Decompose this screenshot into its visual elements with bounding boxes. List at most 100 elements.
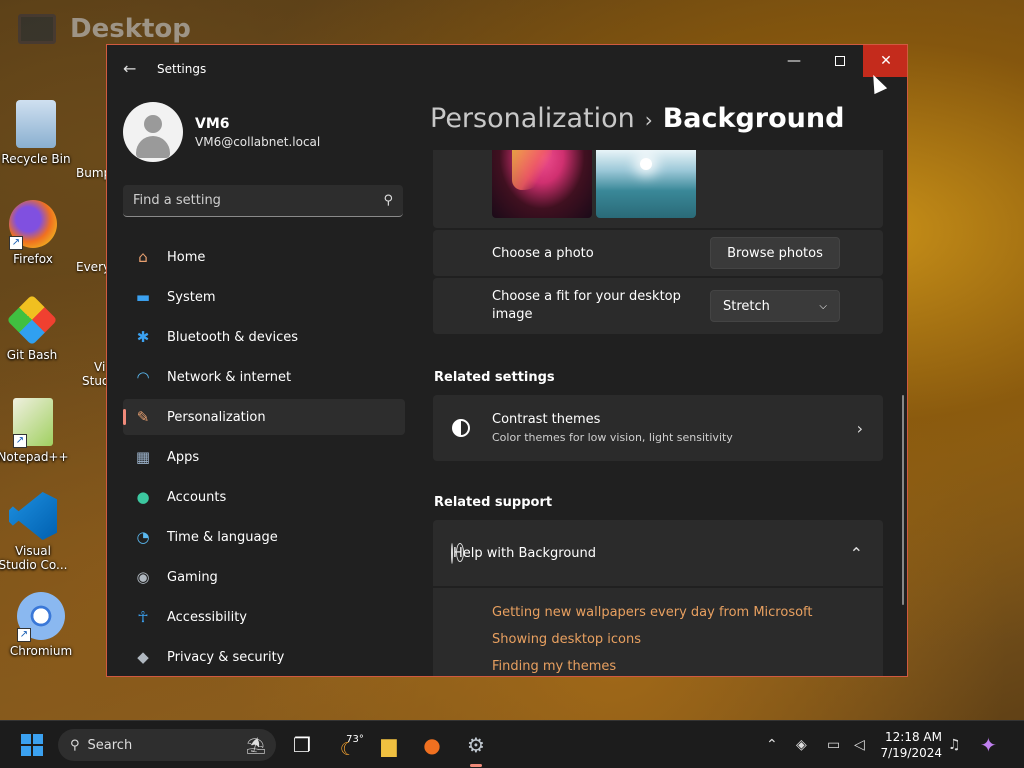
sidebar-item-privacy-security[interactable]: ◆ Privacy & security — [123, 639, 405, 675]
network-drive-icon: ◈ — [796, 737, 807, 753]
browse-photos-button[interactable]: Browse photos — [710, 237, 840, 269]
notifications-button[interactable]: ♫ — [948, 729, 961, 761]
task-view-icon: ❐ — [293, 733, 311, 757]
gear-icon: ⚙ — [467, 733, 485, 757]
show-hidden-icons-button[interactable]: ⌃ — [766, 729, 778, 761]
desktop-icon-partial[interactable]: Every — [76, 260, 110, 274]
fit-row: Choose a fit for your desktop image Stre… — [433, 278, 883, 334]
desktop-icon-label: Chromium — [9, 644, 73, 658]
vscode-icon — [9, 492, 57, 540]
maximize-icon — [835, 56, 845, 66]
weather-widget[interactable]: 73° ☾ — [330, 729, 366, 761]
clock-date: 7/19/2024 — [880, 746, 942, 760]
desktop-icon-label: Notepad++ — [0, 450, 69, 464]
help-expander-header[interactable]: Help with Background ⌃ — [433, 520, 883, 586]
search-box[interactable]: ⚲ — [123, 185, 403, 217]
chevron-up-icon[interactable]: ⌃ — [850, 544, 863, 563]
breadcrumb-parent[interactable]: Personalization — [430, 103, 635, 134]
sidebar-item-home[interactable]: ⌂ Home — [123, 239, 405, 275]
contrast-themes-link[interactable]: Contrast themes Color themes for low vis… — [433, 395, 883, 461]
profile-name: VM6 — [195, 115, 230, 132]
sidebar-item-apps[interactable]: ▦ Apps — [123, 439, 405, 475]
fit-dropdown[interactable]: Stretch ⌵ — [710, 290, 840, 322]
help-link[interactable]: Getting new wallpapers every day from Mi… — [492, 605, 883, 620]
close-button[interactable]: ✕ — [863, 45, 907, 77]
firefox-icon: ● — [423, 733, 441, 757]
desktop-icon-firefox[interactable]: ↗ Firefox — [0, 200, 69, 266]
copilot-icon: ✦ — [980, 733, 997, 757]
desktop-icon-vscode[interactable]: Visual Studio Co... — [0, 492, 69, 572]
user-profile[interactable]: VM6 VM6@collabnet.local — [123, 102, 320, 162]
content-pane: Choose a photo Browse photos Choose a fi… — [433, 150, 883, 676]
desktop-icon-notepadpp[interactable]: ↗ Notepad++ — [0, 398, 69, 464]
start-button[interactable] — [18, 729, 46, 761]
sidebar-item-time-language[interactable]: ◔ Time & language — [123, 519, 405, 555]
related-support-heading: Related support — [434, 495, 553, 510]
notepadpp-icon: ↗ — [13, 398, 53, 448]
help-link[interactable]: Finding my themes — [492, 659, 883, 674]
clock-time: 12:18 AM — [885, 730, 942, 744]
help-link[interactable]: Showing desktop icons — [492, 632, 883, 647]
clock[interactable]: 12:18 AM 7/19/2024 — [880, 729, 942, 761]
help-title: Help with Background — [453, 545, 597, 561]
desktop-icon-git-bash[interactable]: Git Bash — [0, 294, 68, 362]
sidebar-item-label: Accounts — [167, 489, 227, 505]
breadcrumb-separator-icon: › — [644, 108, 653, 132]
folder-icon: ▆ — [381, 733, 397, 757]
sidebar-item-accessibility[interactable]: ☥ Accessibility — [123, 599, 405, 635]
choose-photo-label: Choose a photo — [492, 245, 594, 261]
chevron-up-icon: ⌃ — [766, 737, 778, 753]
desktop-icon-label: Visual Studio Co... — [0, 544, 68, 572]
home-icon: ⌂ — [138, 248, 148, 266]
firefox-icon: ↗ — [9, 200, 57, 250]
contrast-title: Contrast themes — [492, 412, 601, 427]
sidebar-nav: ⌂ Home ▬ System ✱ Bluetooth & devices ◠ Network… — [123, 239, 405, 676]
avatar[interactable] — [123, 102, 183, 162]
firefox-taskbar-button[interactable]: ● — [414, 729, 450, 761]
scrollbar[interactable] — [902, 395, 904, 605]
close-icon: ✕ — [880, 53, 892, 69]
desktop-icon-label: Firefox — [13, 252, 53, 266]
maximize-button[interactable] — [817, 45, 863, 77]
recent-image-thumbnail[interactable] — [596, 150, 696, 218]
tray-display-icon[interactable]: ▭ — [827, 729, 840, 761]
settings-taskbar-button[interactable]: ⚙ — [458, 729, 494, 767]
minimize-button[interactable]: — — [771, 45, 817, 77]
accessibility-icon: ☥ — [137, 608, 149, 626]
search-input[interactable] — [133, 193, 384, 208]
system-icon: ▬ — [135, 288, 151, 306]
back-arrow-icon[interactable]: ← — [123, 59, 136, 78]
task-view-button[interactable]: ❐ — [284, 729, 320, 761]
title-bar[interactable]: ← Settings — ✕ — [107, 45, 907, 93]
sidebar-item-label: Home — [167, 249, 206, 265]
chevron-right-icon: › — [856, 418, 863, 438]
taskbar-search[interactable]: ⚲ Search ⛱ — [58, 729, 276, 761]
desktop-title: Desktop — [70, 14, 191, 44]
shortcut-arrow-icon: ↗ — [17, 628, 31, 642]
sidebar-item-personalization[interactable]: ✎ Personalization — [123, 399, 405, 435]
copilot-button[interactable]: ✦ — [980, 729, 997, 761]
sidebar-item-network-internet[interactable]: ◠ Network & internet — [123, 359, 405, 395]
globe-icon — [451, 542, 453, 564]
sidebar-item-gaming[interactable]: ◉ Gaming — [123, 559, 405, 595]
weather-moon-icon: ☾ — [339, 739, 357, 760]
sidebar-item-bluetooth-devices[interactable]: ✱ Bluetooth & devices — [123, 319, 405, 355]
apps-icon: ▦ — [135, 448, 151, 466]
profile-email: VM6@collabnet.local — [195, 134, 321, 149]
desktop-icon-recycle-bin[interactable]: Recycle Bin — [0, 100, 72, 166]
search-icon[interactable]: ⚲ — [383, 193, 393, 208]
recent-image-thumbnail[interactable] — [492, 150, 592, 218]
sidebar-item-system[interactable]: ▬ System — [123, 279, 405, 315]
desktop-icon-chromium[interactable]: ↗ Chromium — [5, 592, 77, 658]
page-title: Background — [662, 103, 845, 134]
search-highlight-icon: ⛱ — [245, 735, 266, 755]
sidebar-item-accounts[interactable]: ● Accounts — [123, 479, 405, 515]
sidebar-item-label: Gaming — [167, 569, 218, 585]
file-explorer-button[interactable]: ▆ — [371, 729, 407, 761]
volume-button[interactable]: ◁ — [854, 729, 865, 761]
sidebar-item-label: Accessibility — [167, 609, 247, 625]
gaming-icon: ◉ — [136, 568, 150, 586]
desktop-icon-partial[interactable]: Vi — [94, 360, 105, 374]
tray-app-icon[interactable]: ◈ — [796, 729, 807, 761]
chromium-icon: ↗ — [17, 592, 65, 642]
